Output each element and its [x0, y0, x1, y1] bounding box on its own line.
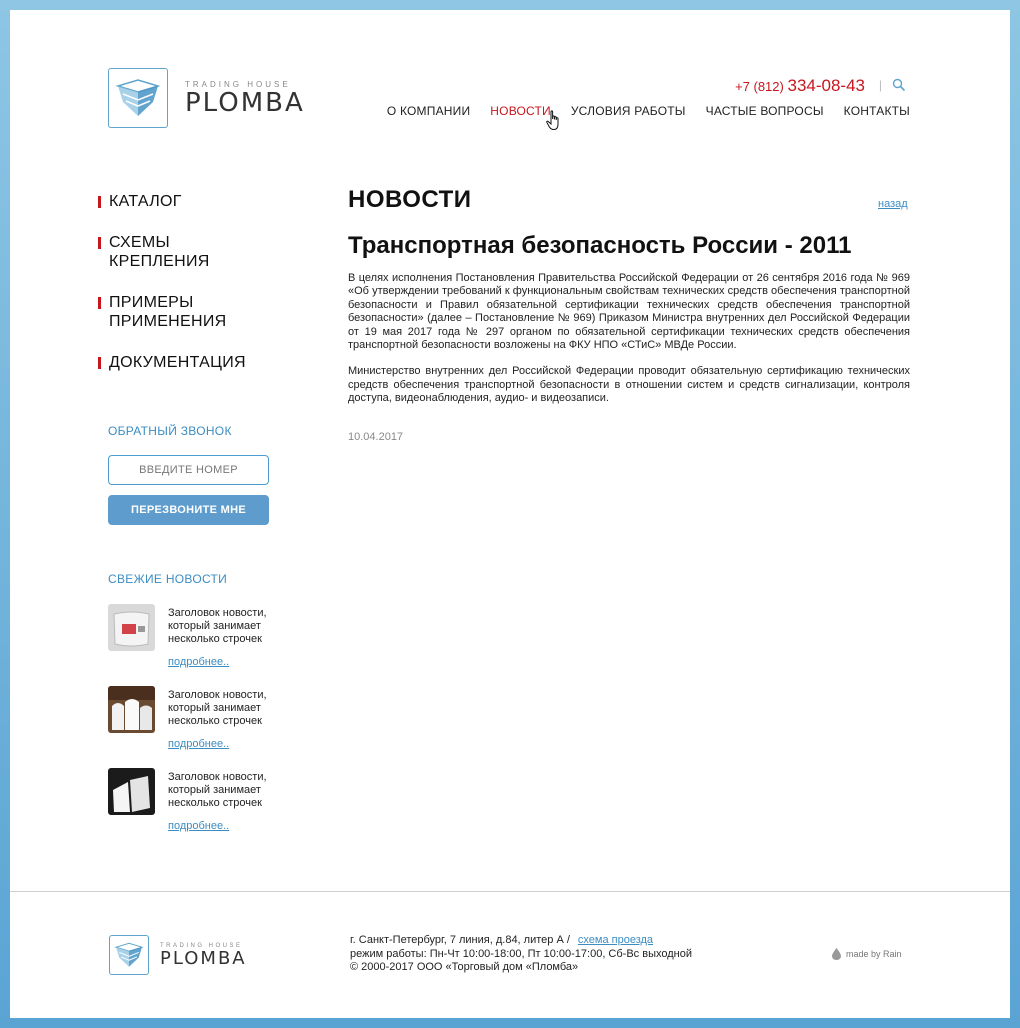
article-date: 10.04.2017: [348, 431, 404, 443]
logo-emblem-icon: [108, 68, 168, 128]
header-phone[interactable]: +7 (812) 334-08-43: [735, 76, 865, 96]
sidebar-item-label: ПРИМЕРЫ ПРИМЕНЕНИЯ: [109, 294, 227, 330]
article-body: В целях исполнения Постановления Правите…: [348, 272, 910, 419]
news-thumbnail[interactable]: [108, 768, 155, 815]
article-paragraph: В целях исполнения Постановления Правите…: [348, 272, 910, 352]
phone-number: 334-08-43: [787, 76, 865, 95]
nav-item-news[interactable]: НОВОСТИ: [490, 104, 551, 118]
page-title: НОВОСТИ: [348, 186, 472, 213]
news-headline[interactable]: Заголовок новости, который занимает неск…: [168, 771, 298, 810]
news-headline[interactable]: Заголовок новости, который занимает неск…: [168, 689, 298, 728]
footer-address: г. Санкт-Петербург, 7 линия, д.84, литер…: [350, 934, 570, 946]
nav-item-contacts[interactable]: КОНТАКТЫ: [844, 104, 910, 118]
sidebar-item-label: СХЕМЫ КРЕПЛЕНИЯ: [109, 234, 210, 270]
map-link[interactable]: схема проезда: [578, 934, 653, 946]
news-thumbnail[interactable]: [108, 686, 155, 733]
sidebar-item-documentation[interactable]: ДОКУМЕНТАЦИЯ: [98, 353, 298, 372]
news-more-link[interactable]: подробнее..: [168, 820, 229, 832]
search-icon[interactable]: [892, 78, 906, 92]
sidebar-item-schemes[interactable]: СХЕМЫ КРЕПЛЕНИЯ: [98, 233, 298, 271]
sidebar-marker: [98, 237, 101, 249]
footer-divider: [10, 891, 1010, 892]
news-thumbnail[interactable]: [108, 604, 155, 651]
article-title: Транспортная безопасность России - 2011: [348, 232, 852, 259]
page: TRADING HOUSE PLOMBA +7 (812) 334-08-43 …: [10, 10, 1010, 1018]
fresh-news-title: СВЕЖИЕ НОВОСТИ: [108, 572, 228, 586]
footer-hours: режим работы: Пн-Чт 10:00-18:00, Пт 10:0…: [350, 947, 692, 960]
header-separator: |: [878, 78, 882, 92]
callback-button[interactable]: ПЕРЕЗВОНИТЕ МНЕ: [108, 495, 269, 525]
sidebar-item-label: КАТАЛОГ: [109, 193, 182, 210]
sidebar-marker: [98, 357, 101, 369]
phone-number-input[interactable]: [108, 455, 269, 485]
news-more-link[interactable]: подробнее..: [168, 656, 229, 668]
nav-item-about[interactable]: О КОМПАНИИ: [387, 104, 470, 118]
sidebar-item-catalog[interactable]: КАТАЛОГ: [98, 192, 298, 211]
logo-title: PLOMBA: [185, 87, 305, 118]
sidebar-marker: [98, 297, 101, 309]
news-more-link[interactable]: подробнее..: [168, 738, 229, 750]
site-logo[interactable]: TRADING HOUSE PLOMBA: [108, 68, 305, 128]
news-list-item: Заголовок новости, который занимает неск…: [108, 604, 308, 674]
news-list-item: Заголовок новости, который занимает неск…: [108, 686, 308, 756]
logo-emblem-icon: [109, 935, 149, 975]
back-link[interactable]: назад: [878, 198, 908, 210]
nav-item-terms[interactable]: УСЛОВИЯ РАБОТЫ: [571, 104, 686, 118]
footer-logo[interactable]: TRADING HOUSE PLOMBA: [109, 935, 247, 975]
nav-item-faq[interactable]: ЧАСТЫЕ ВОПРОСЫ: [706, 104, 824, 118]
sidebar-menu: КАТАЛОГ СХЕМЫ КРЕПЛЕНИЯ ПРИМЕРЫ ПРИМЕНЕНИЯ…: [98, 192, 298, 394]
sidebar-item-label: ДОКУМЕНТАЦИЯ: [109, 354, 246, 371]
footer-copyright: © 2000-2017 ООО «Торговый дом «Пломба»: [350, 961, 579, 973]
sidebar-marker: [98, 196, 101, 208]
article-paragraph: Министерство внутренних дел Российской Ф…: [348, 365, 910, 405]
footer-info: г. Санкт-Петербург, 7 линия, д.84, литер…: [350, 934, 692, 975]
callback-title: ОБРАТНЫЙ ЗВОНОК: [108, 424, 232, 438]
logo-title: PLOMBA: [160, 947, 247, 969]
footer-address-line: г. Санкт-Петербург, 7 линия, д.84, литер…: [350, 934, 692, 948]
phone-code: +7 (812): [735, 79, 784, 94]
main-nav: О КОМПАНИИ НОВОСТИ УСЛОВИЯ РАБОТЫ ЧАСТЫЕ…: [387, 104, 910, 118]
news-headline[interactable]: Заголовок новости, который занимает неск…: [168, 607, 298, 646]
made-by-credit[interactable]: made by Rain: [832, 948, 902, 960]
hand-cursor-icon: [546, 110, 559, 131]
drop-icon: [832, 948, 841, 960]
news-list-item: Заголовок новости, который занимает неск…: [108, 768, 308, 838]
made-by-text: made by Rain: [846, 949, 902, 959]
sidebar-item-examples[interactable]: ПРИМЕРЫ ПРИМЕНЕНИЯ: [98, 293, 298, 331]
